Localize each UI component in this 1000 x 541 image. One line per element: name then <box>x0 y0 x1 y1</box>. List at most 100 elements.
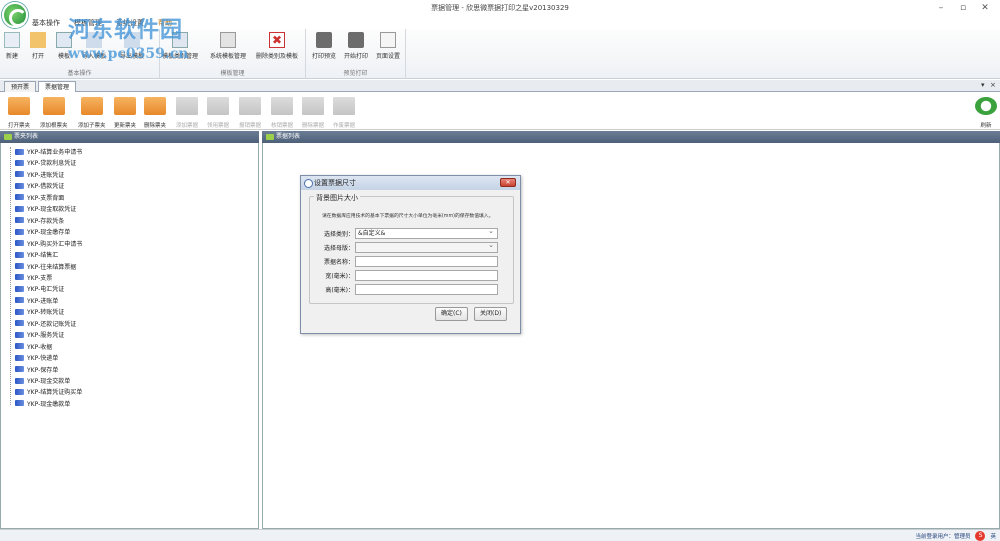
folder-icon <box>15 263 24 269</box>
page-setup-button[interactable]: 页面设置 <box>376 32 400 60</box>
width-input[interactable] <box>355 270 498 281</box>
page-setup-icon <box>380 32 396 48</box>
maximize-button[interactable]: ▫ <box>952 0 974 16</box>
tree-item[interactable]: YKP-借款凭证 <box>15 180 64 191</box>
minimize-button[interactable]: – <box>930 0 952 16</box>
tab-close-icon[interactable]: × <box>990 81 996 89</box>
reimburse-invoice-button[interactable]: 报销票据 <box>239 97 261 129</box>
tab-pre-invoice[interactable]: 预开票 <box>4 81 37 92</box>
window-title: 票据管理 - 欣思微票据打印之星v20130329 <box>431 4 569 12</box>
folder-icon <box>15 228 24 235</box>
tree-item[interactable]: YKP-结算业务申请书 <box>15 146 82 157</box>
tree-item[interactable]: YKP-快递单 <box>15 352 58 363</box>
new-button[interactable]: 新建 <box>4 32 20 60</box>
open-folder-icon <box>30 32 46 48</box>
mother-label: 选择母版： <box>323 245 354 252</box>
writeoff-invoice-button[interactable]: 核销票据 <box>271 97 293 129</box>
ribbon-group-label: 预览打印 <box>343 70 368 77</box>
add-root-folder-button[interactable]: 添加根票夹 <box>40 97 68 129</box>
tree-item[interactable]: YKP-进账单 <box>15 295 58 306</box>
folder-icon <box>15 182 24 189</box>
ime-icon[interactable]: S <box>975 530 986 541</box>
folder-icon <box>15 354 24 361</box>
ribbon-group-label: 模板管理 <box>220 70 245 77</box>
ribbon-group-print: 打印预览 开始打印 页面设置 预览打印 <box>306 29 406 79</box>
tree-item-label: YKP-进账凭证 <box>27 171 65 179</box>
add-invoice-button[interactable]: 添加票据 <box>176 97 198 129</box>
tree-item-label: YKP-支票 <box>27 274 53 282</box>
app-logo[interactable] <box>2 2 28 28</box>
tree-item[interactable]: YKP-存款凭条 <box>15 215 64 226</box>
folder-icon <box>15 400 24 407</box>
delete-invoice-button[interactable]: 删除票据 <box>302 97 324 129</box>
tree-item[interactable]: YKP-结算凭证购买单 <box>15 386 82 397</box>
ok-button[interactable]: 确定(C) <box>435 307 468 321</box>
folder-icon <box>15 159 24 166</box>
invoice-name-input[interactable] <box>355 256 498 267</box>
dialog-close-button[interactable]: ✕ <box>500 178 516 187</box>
tree-item[interactable]: YKP-现金交款单 <box>15 375 70 386</box>
tree-item-label: YKP-结售汇 <box>27 252 59 260</box>
delete-category-button[interactable]: ✖ 删除类别及模板 <box>256 32 298 60</box>
mother-row: 选择母版： <box>322 241 498 253</box>
tree-item[interactable]: YKP-现金缴存单 <box>15 226 70 237</box>
toolbar: 打开票夹 添加根票夹 添加子票夹 更新票夹 删除票夹 添加票据 领用票据 报销票… <box>0 92 1000 130</box>
tree-item[interactable]: YKP-往来结算票据 <box>15 261 76 272</box>
tree-item-label: YKP-服务凭证 <box>27 332 65 340</box>
tree-item[interactable]: YKP-还款记账凭证 <box>15 318 76 329</box>
menu-basic-ops[interactable]: 基本操作 <box>32 18 60 28</box>
tree-item[interactable]: YKP-现金取款凭证 <box>15 203 76 214</box>
tree-item-label: YKP-快递单 <box>27 355 59 363</box>
name-label: 票据名称： <box>323 259 354 266</box>
height-input[interactable] <box>355 284 498 295</box>
print-preview-button[interactable]: 打印预览 <box>312 32 336 60</box>
folder-icon <box>15 377 24 384</box>
mother-select[interactable] <box>355 241 498 253</box>
tree-item[interactable]: YKP-贷款利息凭证 <box>15 157 76 168</box>
tree-item-label: YKP-进账单 <box>27 297 59 305</box>
cancel-button[interactable]: 关闭(D) <box>474 307 508 321</box>
tree-item-label: YKP-支票背面 <box>27 194 65 202</box>
tree-item[interactable]: YKP-结售汇 <box>15 249 58 260</box>
delete-folder-button[interactable]: 删除票夹 <box>144 97 166 129</box>
system-template-icon <box>220 32 236 48</box>
tree-item-label: YKP-收据 <box>27 343 53 351</box>
system-template-button[interactable]: 系统模板管理 <box>210 32 246 60</box>
start-print-button[interactable]: 开始打印 <box>344 32 368 60</box>
tree-item[interactable]: YKP-收据 <box>15 341 52 352</box>
tree-item-label: YKP-现金取款凭证 <box>27 206 77 214</box>
tree-item[interactable]: YKP-进账凭证 <box>15 169 64 180</box>
category-label: 选择类别： <box>323 231 354 238</box>
width-row: 宽(毫米)： <box>322 270 498 281</box>
tree-item[interactable]: YKP-支票 <box>15 272 52 283</box>
watermark-text: 河东软件园 <box>68 17 184 43</box>
open-folder-button[interactable]: 打开票夹 <box>8 97 30 129</box>
lang-indicator[interactable]: 英 <box>990 532 996 540</box>
tab-dropdown-icon[interactable]: ▾ <box>981 81 985 89</box>
tree-item[interactable]: YKP-转账凭证 <box>15 306 64 317</box>
category-row: 选择类别： &自定义& <box>322 227 498 239</box>
folder-icon <box>15 217 24 224</box>
tree-item[interactable]: YKP-电汇凭证 <box>15 283 64 294</box>
tree-item[interactable]: YKP-现金缴款单 <box>15 398 70 409</box>
width-label: 宽(毫米)： <box>325 273 354 280</box>
close-button[interactable]: ✕ <box>974 0 996 16</box>
update-folder-button[interactable]: 更新票夹 <box>114 97 136 129</box>
refresh-button[interactable]: 刷新 <box>975 97 997 129</box>
open-button[interactable]: 打开 <box>30 32 46 60</box>
claim-doc-icon <box>207 97 229 115</box>
tab-invoice-manage[interactable]: 票据管理 <box>38 81 77 92</box>
void-doc-icon <box>333 97 355 115</box>
folder-icon <box>15 343 24 350</box>
tree-item[interactable]: YKP-购买外汇申请书 <box>15 238 82 249</box>
tree-item-label: YKP-结算业务申请书 <box>27 149 83 156</box>
add-sub-folder-button[interactable]: 添加子票夹 <box>78 97 106 129</box>
category-select[interactable]: &自定义& <box>355 227 498 239</box>
tree-item[interactable]: YKP-服务凭证 <box>15 329 64 340</box>
claim-invoice-button[interactable]: 领用票据 <box>207 97 229 129</box>
void-invoice-button[interactable]: 作废票据 <box>333 97 355 129</box>
tree-item[interactable]: YKP-支票背面 <box>15 192 64 203</box>
star-folder-icon <box>114 97 136 115</box>
tree-item[interactable]: YKP-保存单 <box>15 364 58 375</box>
add-doc-icon <box>176 97 198 115</box>
